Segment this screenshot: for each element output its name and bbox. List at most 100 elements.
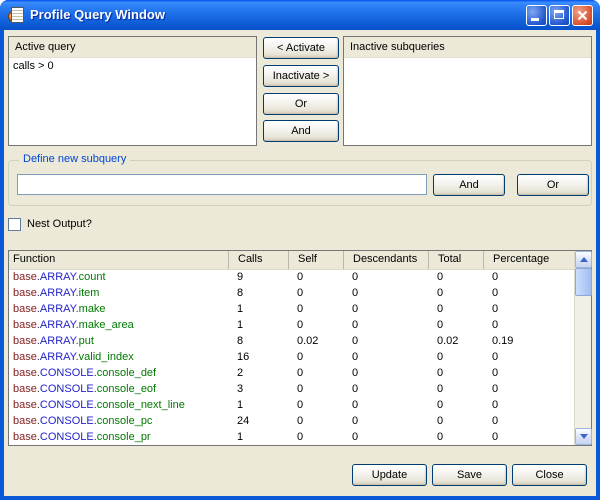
cell-total: 0 xyxy=(428,269,483,285)
subquery-input[interactable] xyxy=(17,174,427,195)
cell-calls: 1 xyxy=(228,317,288,333)
cluster-name: base xyxy=(13,351,37,363)
cell-calls: 9 xyxy=(228,269,288,285)
cell-calls: 1 xyxy=(228,397,288,413)
column-header-calls[interactable]: Calls xyxy=(228,251,288,269)
cell-self: 0 xyxy=(288,365,343,381)
column-header-descendants[interactable]: Descendants xyxy=(343,251,428,269)
cell-calls: 1 xyxy=(228,301,288,317)
table-row[interactable]: base.CONSOLE.console_eof30000 xyxy=(9,381,574,397)
cell-percentage: 0 xyxy=(483,397,574,413)
cell-percentage: 0 xyxy=(483,285,574,301)
cluster-name: base xyxy=(13,335,37,347)
minimize-icon xyxy=(531,18,539,21)
or-transfer-button[interactable]: Or xyxy=(263,93,339,115)
class-name: ARRAY xyxy=(40,335,76,347)
cell-self: 0 xyxy=(288,349,343,365)
feature-name: console_pr xyxy=(97,431,151,443)
or-button[interactable]: Or xyxy=(517,174,589,196)
cluster-name: base xyxy=(13,287,37,299)
cell-function: base.ARRAY.count xyxy=(9,269,228,285)
table-row[interactable]: base.CONSOLE.console_next_line10000 xyxy=(9,397,574,413)
define-subquery-group: Define new subquery And Or xyxy=(8,160,592,206)
active-query-header: Active query xyxy=(9,37,256,58)
close-button[interactable] xyxy=(572,5,593,26)
column-header-function[interactable]: Function xyxy=(9,251,228,269)
active-query-item[interactable]: calls > 0 xyxy=(9,58,256,74)
cell-self: 0 xyxy=(288,397,343,413)
profile-table: FunctionCallsSelfDescendantsTotalPercent… xyxy=(8,250,592,446)
class-name: ARRAY xyxy=(40,351,76,363)
class-name: CONSOLE xyxy=(40,415,94,427)
feature-name: console_next_line xyxy=(97,399,185,411)
table-row[interactable]: base.ARRAY.put80.0200.020.19 xyxy=(9,333,574,349)
column-header-self[interactable]: Self xyxy=(288,251,343,269)
titlebar[interactable]: Profile Query Window xyxy=(0,0,600,30)
cell-total: 0 xyxy=(428,429,483,445)
feature-name: item xyxy=(79,287,100,299)
cell-descendants: 0 xyxy=(343,285,428,301)
cell-percentage: 0 xyxy=(483,317,574,333)
class-name: ARRAY xyxy=(40,303,76,315)
cell-descendants: 0 xyxy=(343,397,428,413)
cell-total: 0 xyxy=(428,349,483,365)
class-name: CONSOLE xyxy=(40,399,94,411)
nest-output-checkbox[interactable] xyxy=(8,218,21,231)
cell-calls: 1 xyxy=(228,429,288,445)
table-row[interactable]: base.CONSOLE.console_def20000 xyxy=(9,365,574,381)
inactive-subqueries-header: Inactive subqueries xyxy=(344,37,591,58)
arrow-down-icon xyxy=(580,434,588,439)
close-dialog-button[interactable]: Close xyxy=(512,464,587,486)
profile-query-window: Profile Query Window Active query calls … xyxy=(0,0,600,500)
cluster-name: base xyxy=(13,303,37,315)
cell-descendants: 0 xyxy=(343,365,428,381)
nest-output-row: Nest Output? xyxy=(8,217,92,232)
cell-self: 0 xyxy=(288,301,343,317)
minimize-button[interactable] xyxy=(526,5,547,26)
scrollbar-thumb[interactable] xyxy=(575,268,592,296)
cell-function: base.CONSOLE.console_next_line xyxy=(9,397,228,413)
arrow-up-icon xyxy=(580,257,588,262)
table-row[interactable]: base.ARRAY.item80000 xyxy=(9,285,574,301)
cell-function: base.CONSOLE.console_eof xyxy=(9,381,228,397)
cell-total: 0 xyxy=(428,381,483,397)
inactivate-button[interactable]: Inactivate > xyxy=(263,65,339,87)
cell-total: 0 xyxy=(428,397,483,413)
cell-calls: 8 xyxy=(228,285,288,301)
save-button[interactable]: Save xyxy=(432,464,507,486)
column-header-percentage[interactable]: Percentage xyxy=(483,251,574,269)
cell-percentage: 0 xyxy=(483,429,574,445)
define-subquery-label: Define new subquery xyxy=(19,153,130,165)
maximize-button[interactable] xyxy=(549,5,570,26)
cell-total: 0 xyxy=(428,285,483,301)
active-query-list[interactable]: calls > 0 xyxy=(9,58,256,74)
scroll-down-button[interactable] xyxy=(575,428,592,445)
cell-function: base.ARRAY.make_area xyxy=(9,317,228,333)
cell-percentage: 0 xyxy=(483,269,574,285)
cell-calls: 2 xyxy=(228,365,288,381)
feature-name: put xyxy=(79,335,94,347)
table-row[interactable]: base.CONSOLE.console_pc240000 xyxy=(9,413,574,429)
class-name: CONSOLE xyxy=(40,431,94,443)
vertical-scrollbar[interactable] xyxy=(574,251,591,445)
scroll-up-button[interactable] xyxy=(575,251,592,268)
cell-percentage: 0 xyxy=(483,301,574,317)
and-transfer-button[interactable]: And xyxy=(263,120,339,142)
table-row[interactable]: base.ARRAY.count90000 xyxy=(9,269,574,285)
column-header-total[interactable]: Total xyxy=(428,251,483,269)
table-row[interactable]: base.ARRAY.valid_index160000 xyxy=(9,349,574,365)
activate-button[interactable]: < Activate xyxy=(263,37,339,59)
and-button[interactable]: And xyxy=(433,174,505,196)
cell-function: base.CONSOLE.console_pr xyxy=(9,429,228,445)
table-row[interactable]: base.CONSOLE.console_pr10000 xyxy=(9,429,574,445)
cell-percentage: 0 xyxy=(483,413,574,429)
table-row[interactable]: base.ARRAY.make10000 xyxy=(9,301,574,317)
cell-descendants: 0 xyxy=(343,413,428,429)
class-name: ARRAY xyxy=(40,287,76,299)
cell-total: 0.02 xyxy=(428,333,483,349)
update-button[interactable]: Update xyxy=(352,464,427,486)
cell-total: 0 xyxy=(428,413,483,429)
window-title: Profile Query Window xyxy=(30,0,165,30)
table-row[interactable]: base.ARRAY.make_area10000 xyxy=(9,317,574,333)
cell-self: 0 xyxy=(288,413,343,429)
